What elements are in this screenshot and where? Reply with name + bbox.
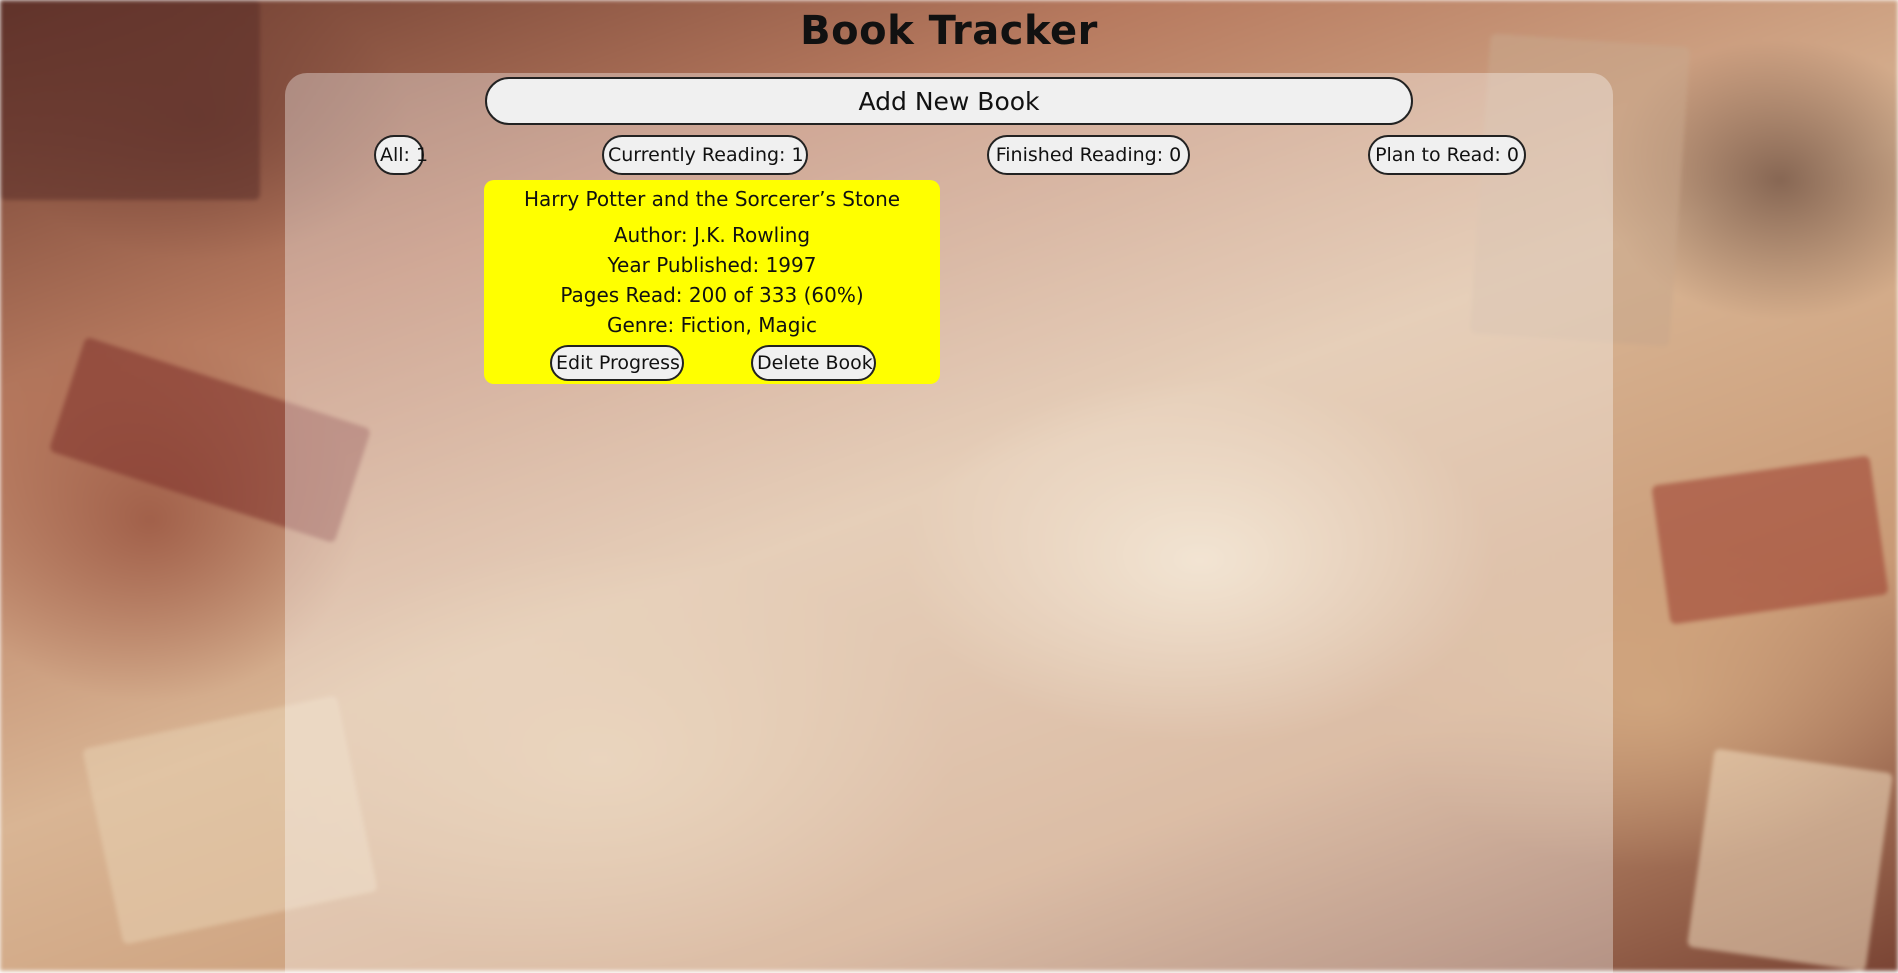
book-pages-read: Pages Read: 200 of 333 (60%) xyxy=(560,283,864,307)
filter-finished-reading-button[interactable]: Finished Reading: 0 xyxy=(987,135,1190,175)
background-book-shape xyxy=(1686,748,1894,971)
book-title: Harry Potter and the Sorcerer’s Stone xyxy=(523,187,901,211)
book-year: Year Published: 1997 xyxy=(607,253,817,277)
background-book-shape xyxy=(1651,455,1889,625)
edit-progress-button[interactable]: Edit Progress xyxy=(550,345,684,381)
book-genre: Genre: Fiction, Magic xyxy=(606,313,818,337)
filter-all-button[interactable]: All: 1 xyxy=(374,135,428,175)
book-author: Author: J.K. Rowling xyxy=(613,223,811,247)
book-card: Harry Potter and the Sorcerer’s Stone Au… xyxy=(484,180,940,384)
page-title: Book Tracker xyxy=(800,8,1098,54)
filter-plan-to-read-button[interactable]: Plan to Read: 0 xyxy=(1368,135,1526,175)
add-new-book-button[interactable]: Add New Book xyxy=(485,77,1413,125)
delete-book-button[interactable]: Delete Book xyxy=(751,345,876,381)
filter-currently-reading-button[interactable]: Currently Reading: 1 xyxy=(602,135,808,175)
